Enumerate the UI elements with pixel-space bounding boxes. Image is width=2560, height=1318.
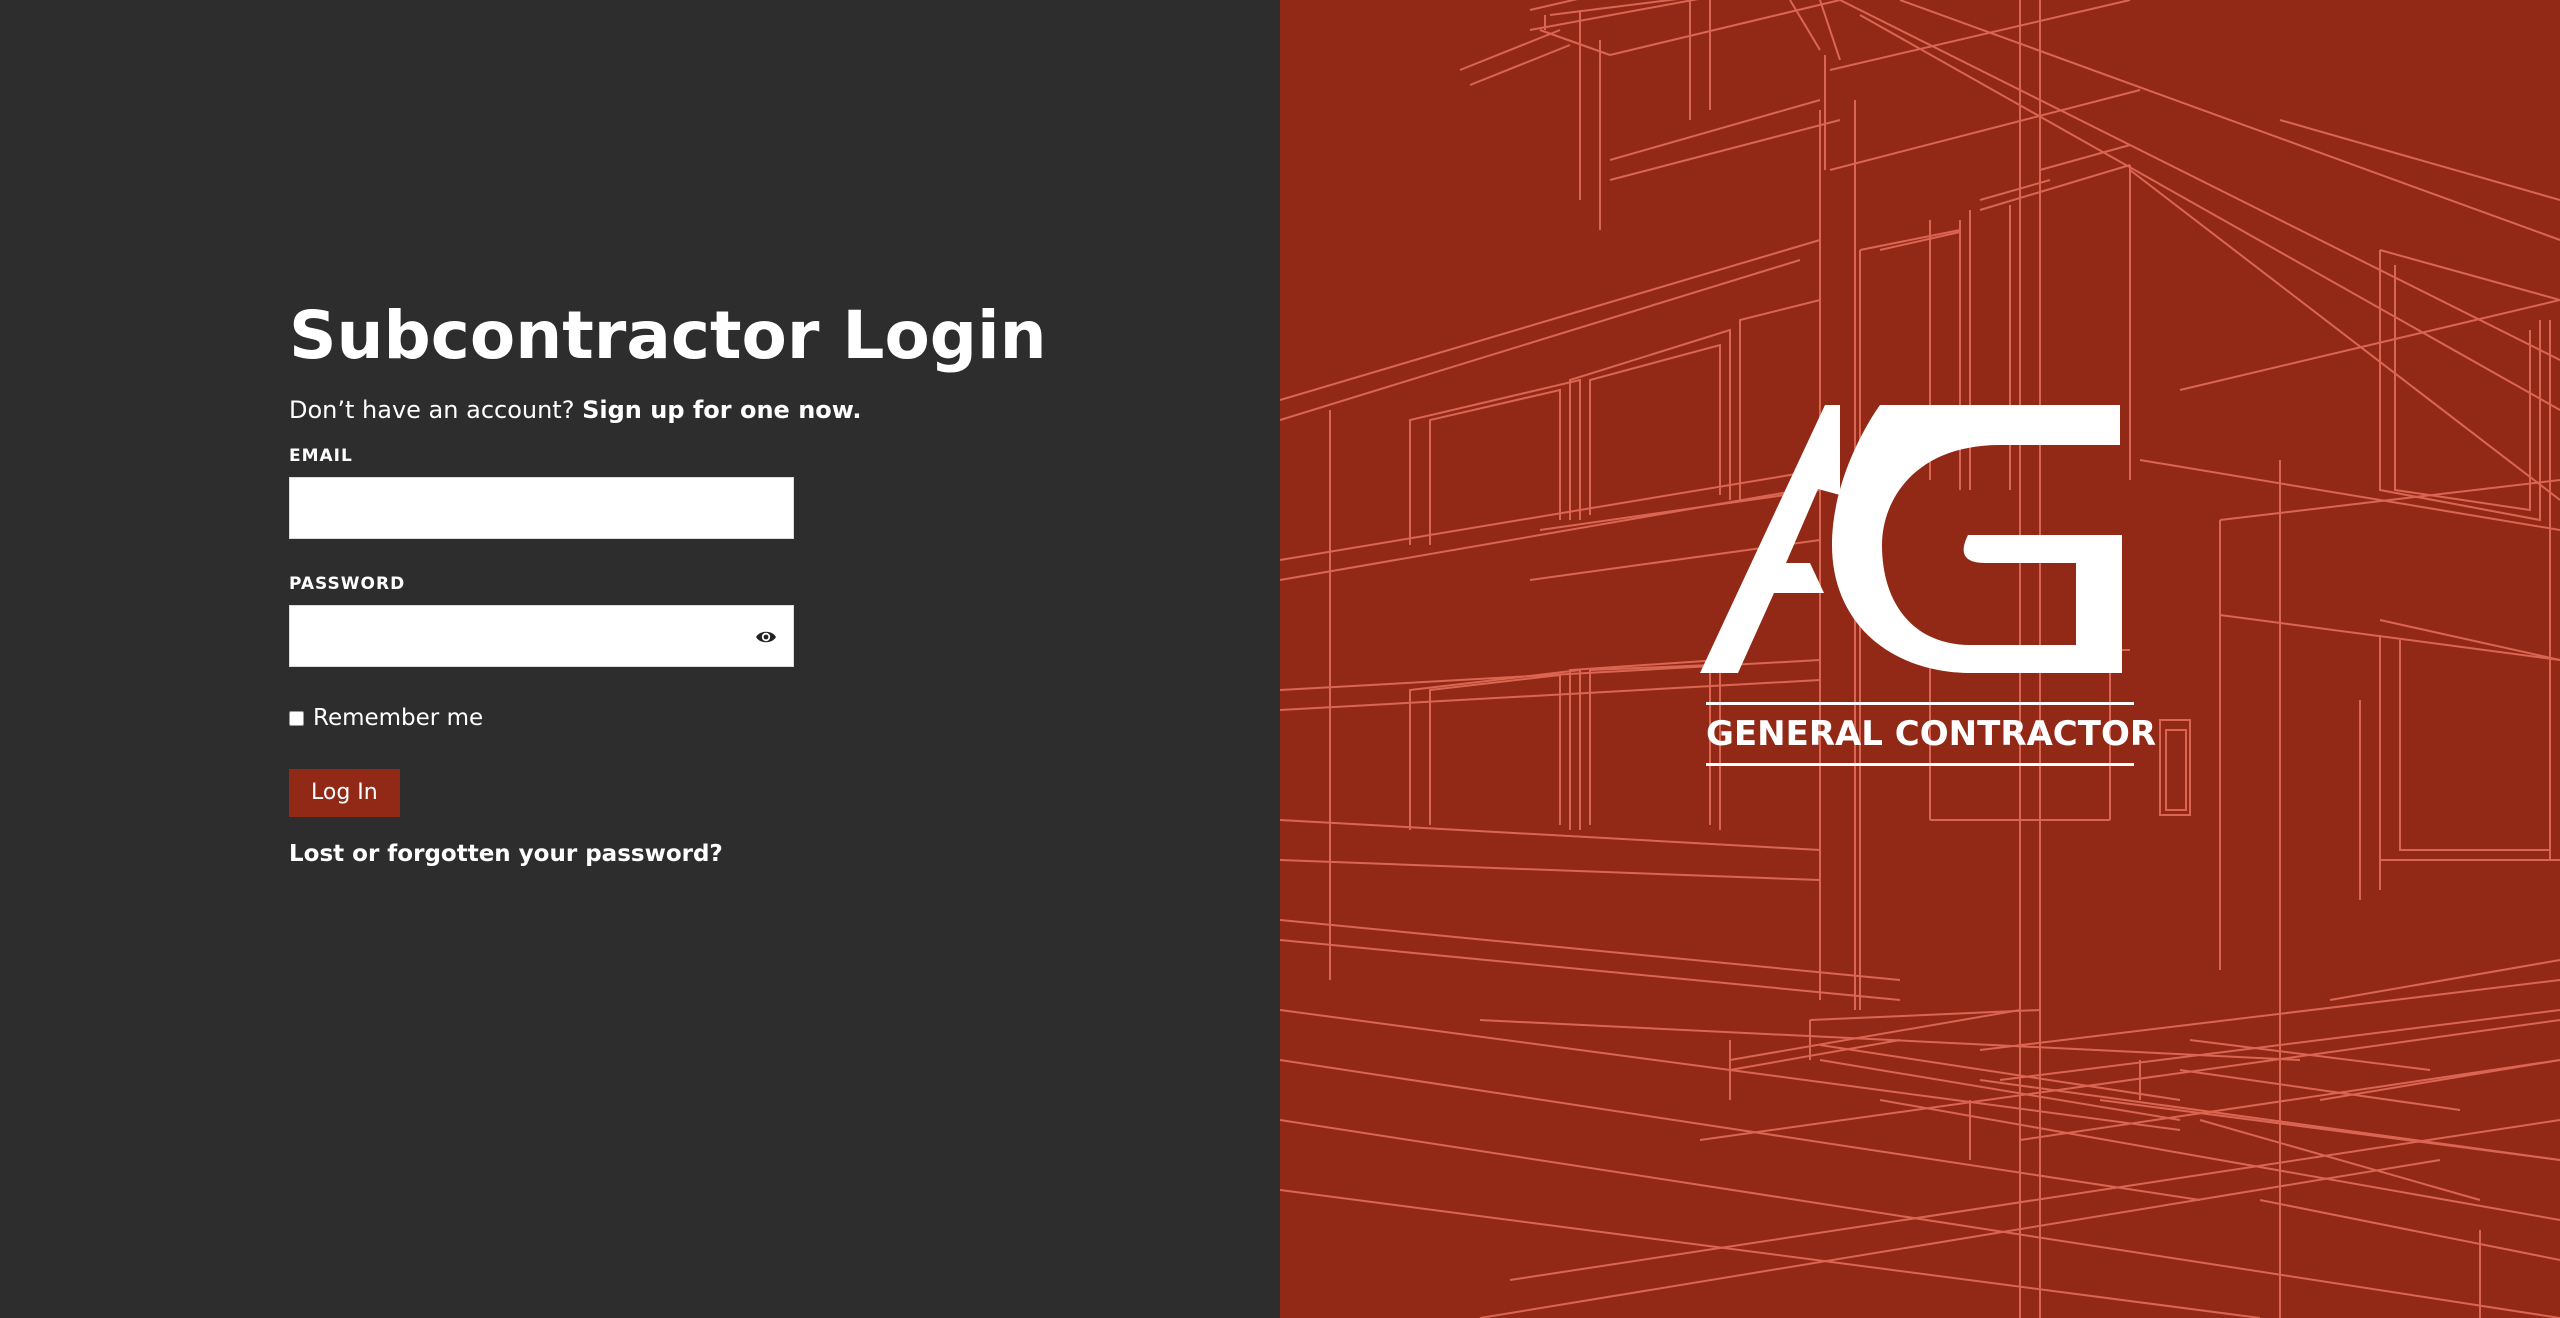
remember-me-row: Remember me bbox=[289, 703, 1049, 733]
lost-password-link[interactable]: Lost or forgotten your password? bbox=[289, 839, 1049, 869]
password-field-container bbox=[289, 605, 794, 667]
email-field-container bbox=[289, 477, 794, 539]
signup-prompt: Don’t have an account? bbox=[289, 396, 575, 424]
email-label: EMAIL bbox=[289, 446, 353, 466]
brand-name: GENERAL CONTRACTOR bbox=[1706, 702, 2156, 766]
signup-prompt-line: Don’t have an account? Sign up for one n… bbox=[289, 395, 1049, 425]
remember-me-checkbox[interactable] bbox=[289, 710, 304, 726]
password-field[interactable] bbox=[290, 606, 793, 666]
email-field[interactable] bbox=[290, 478, 793, 538]
remember-me-label: Remember me bbox=[313, 705, 484, 731]
login-button[interactable]: Log In bbox=[289, 769, 400, 817]
signup-link[interactable]: Sign up for one now. bbox=[582, 396, 861, 424]
eye-icon[interactable] bbox=[755, 628, 777, 646]
login-form: Subcontractor Login Don’t have an accoun… bbox=[289, 295, 1049, 869]
page-title: Subcontractor Login bbox=[289, 297, 1047, 374]
password-label: PASSWORD bbox=[289, 574, 406, 594]
